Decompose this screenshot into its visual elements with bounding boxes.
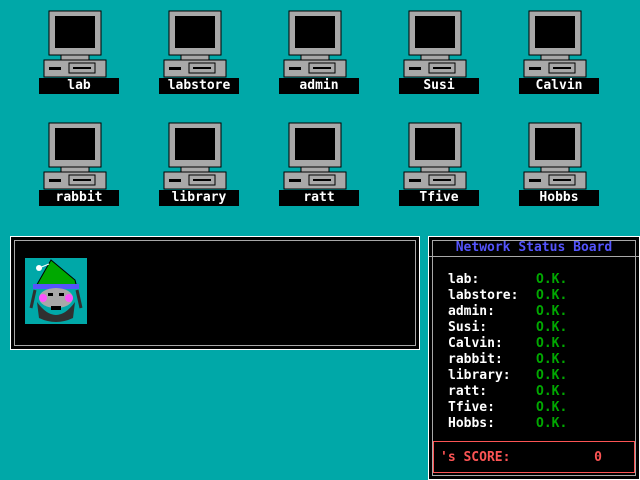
status-host: admin: (448, 304, 495, 319)
computer-susi[interactable]: Susi (399, 10, 479, 94)
status-row: admin: O.K. (448, 304, 567, 320)
status-row: Tfive: O.K. (448, 400, 567, 416)
computer-label: rabbit (39, 190, 119, 206)
computer-label: admin (279, 78, 359, 94)
status-row: library: O.K. (448, 368, 567, 384)
status-value: O.K. (536, 368, 568, 383)
computer-icon (403, 122, 467, 190)
score-box: 's SCORE: 0 (433, 441, 635, 473)
message-panel (10, 236, 420, 350)
network-status-board: Network Status Board lab: O.K. labstore: O… (428, 236, 640, 480)
status-row: lab: O.K. (448, 272, 567, 288)
computer-icon (43, 10, 107, 78)
computer-icon (523, 122, 587, 190)
computer-ratt[interactable]: ratt (279, 122, 359, 206)
status-host: Tfive: (448, 400, 495, 415)
computer-label: Tfive (399, 190, 479, 206)
score-label: 's SCORE: (440, 450, 511, 465)
computer-icon (523, 10, 587, 78)
wizard-portrait-icon (25, 258, 87, 324)
computer-labstore[interactable]: labstore (159, 10, 239, 94)
computer-tfive[interactable]: Tfive (399, 122, 479, 206)
status-row: rabbit: O.K. (448, 352, 567, 368)
status-host: ratt: (448, 384, 488, 399)
computer-library[interactable]: library (159, 122, 239, 206)
status-value: O.K. (536, 320, 568, 335)
status-value: O.K. (536, 272, 568, 287)
status-row: Calvin: O.K. (448, 336, 567, 352)
computer-rabbit[interactable]: rabbit (39, 122, 119, 206)
status-host: Hobbs: (448, 416, 495, 431)
computer-label: Hobbs (519, 190, 599, 206)
computer-label: Susi (399, 78, 479, 94)
computer-icon (283, 10, 347, 78)
status-host: rabbit: (448, 352, 503, 367)
computer-label: library (159, 190, 239, 206)
status-row: labstore: O.K. (448, 288, 567, 304)
status-value: O.K. (536, 336, 568, 351)
computer-label: labstore (159, 78, 239, 94)
computer-label: Calvin (519, 78, 599, 94)
computer-calvin[interactable]: Calvin (519, 10, 599, 94)
computer-icon (403, 10, 467, 78)
status-board-title: Network Status Board (455, 240, 613, 255)
status-value: O.K. (536, 400, 568, 415)
status-value: O.K. (536, 288, 568, 303)
status-value: O.K. (536, 416, 568, 431)
status-host: Calvin: (448, 336, 503, 351)
computer-hobbs[interactable]: Hobbs (519, 122, 599, 206)
computer-label: ratt (279, 190, 359, 206)
score-value: 0 (594, 450, 602, 465)
status-row: ratt: O.K. (448, 384, 567, 400)
computer-label: lab (39, 78, 119, 94)
status-board-divider (429, 256, 639, 257)
computer-icon (283, 122, 347, 190)
computer-admin[interactable]: admin (279, 10, 359, 94)
status-value: O.K. (536, 304, 568, 319)
status-row: Hobbs: O.K. (448, 416, 567, 432)
status-host: lab: (448, 272, 480, 287)
computer-lab[interactable]: lab (39, 10, 119, 94)
status-host: labstore: (448, 288, 519, 303)
status-value: O.K. (536, 352, 568, 367)
status-value: O.K. (536, 384, 568, 399)
computer-icon (163, 10, 227, 78)
computer-icon (163, 122, 227, 190)
computer-icon (43, 122, 107, 190)
status-host: Susi: (448, 320, 488, 335)
status-row: Susi: O.K. (448, 320, 567, 336)
status-host: library: (448, 368, 511, 383)
